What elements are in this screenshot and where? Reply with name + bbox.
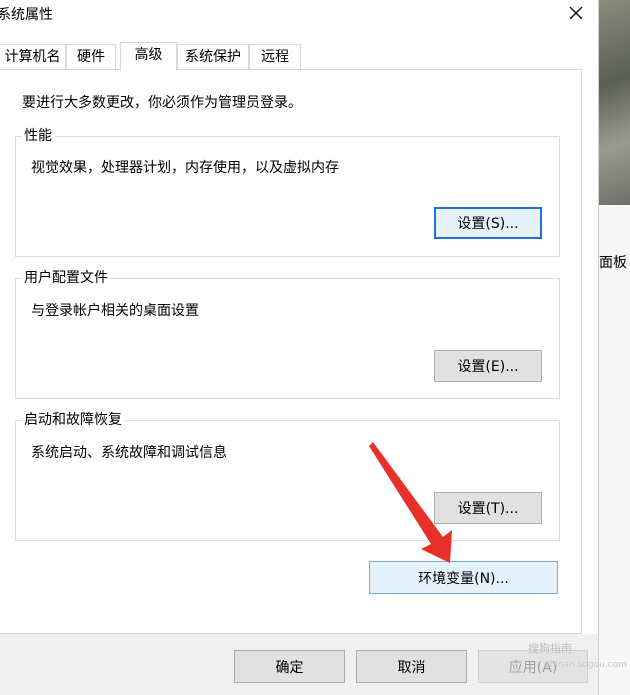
user-profile-group: 用户配置文件 与登录帐户相关的桌面设置 设置(E)... (15, 269, 560, 399)
startup-recovery-title: 启动和故障恢复 (22, 411, 124, 429)
tab-hardware[interactable]: 硬件 (66, 44, 116, 69)
cancel-button[interactable]: 取消 (356, 650, 467, 683)
tab-strip: 计算机名 硬件 高级 系统保护 远程 (0, 42, 598, 71)
performance-settings-button[interactable]: 设置(S)... (434, 207, 542, 239)
admin-notice: 要进行大多数更改，你必须作为管理员登录。 (22, 95, 302, 111)
startup-recovery-settings-button[interactable]: 设置(T)... (434, 492, 542, 524)
close-button[interactable] (560, 0, 592, 26)
title-bar: 系统属性 (0, 0, 598, 30)
performance-group: 性能 视觉效果，处理器计划，内存使用，以及虚拟内存 设置(S)... (15, 127, 560, 257)
tab-advanced[interactable]: 高级 (120, 42, 177, 71)
performance-description: 视觉效果，处理器计划，内存使用，以及虚拟内存 (31, 160, 339, 176)
watermark-url: zhinan.sogou.com (545, 660, 627, 670)
user-profile-settings-button[interactable]: 设置(E)... (434, 350, 542, 382)
system-properties-dialog: 系统属性 计算机名 硬件 高级 系统保护 远程 要进行大多数更改，你必须作为管理… (0, 0, 598, 695)
background-label: 面板 (599, 255, 627, 271)
startup-recovery-group: 启动和故障恢复 系统启动、系统故障和调试信息 设置(T)... (15, 411, 560, 541)
background-photo (599, 0, 630, 205)
environment-variables-button[interactable]: 环境变量(N)... (369, 561, 558, 594)
performance-title: 性能 (22, 127, 54, 145)
background-window: 面板 (598, 0, 630, 695)
startup-recovery-description: 系统启动、系统故障和调试信息 (31, 445, 227, 461)
user-profile-title: 用户配置文件 (22, 269, 110, 287)
window-title: 系统属性 (0, 7, 53, 23)
user-profile-description: 与登录帐户相关的桌面设置 (31, 303, 199, 319)
close-icon (569, 6, 583, 20)
tab-computer-name[interactable]: 计算机名 (0, 44, 66, 69)
watermark: 搜狗指南 (528, 642, 572, 655)
ok-button[interactable]: 确定 (234, 650, 345, 683)
tab-remote[interactable]: 远程 (249, 44, 301, 69)
tab-system-protection[interactable]: 系统保护 (177, 44, 249, 69)
